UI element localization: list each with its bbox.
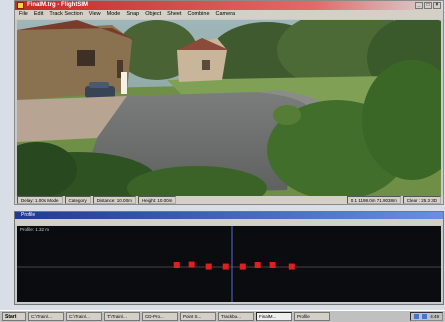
taskbar-task[interactable]: C:\Train\... [66,312,102,321]
profile-point[interactable] [222,263,229,270]
taskbar-task[interactable]: Point S... [180,312,216,321]
profile-plot [17,226,441,302]
status-distance: Distance: 10.00m [92,196,136,204]
taskbar-task[interactable]: Trackbu... [218,312,254,321]
menu-file[interactable]: File [19,10,28,19]
menu-bar: File Edit Track Section View Mode Snap O… [15,10,443,19]
taskbar: Start C:\Train\... C:\Train\... T:\Train\.… [0,310,445,322]
tray-icon[interactable] [414,314,420,319]
3d-viewport[interactable] [17,20,441,196]
menu-view[interactable]: View [89,10,101,19]
taskbar-task[interactable]: FinalM... [256,312,292,321]
status-bar: Delay: 1.00s Mode Category Distance: 10.… [15,196,443,204]
profile-point[interactable] [254,262,261,268]
system-tray: 4:49 [410,312,443,321]
minimize-button[interactable]: _ [415,2,423,9]
scene-render [17,20,441,196]
menu-track-section[interactable]: Track Section [49,10,82,19]
taskbar-task[interactable]: Profile [294,312,330,321]
status-clear: Clear : 25.3 3D [402,196,441,204]
profile-toolbar [15,219,443,225]
taskbar-task[interactable]: C:\Train\... [28,312,64,321]
start-button[interactable]: Start [2,312,26,321]
close-button[interactable]: × [433,2,441,9]
menu-mode[interactable]: Mode [107,10,121,19]
profile-point[interactable] [188,261,195,268]
menu-object[interactable]: Object [145,10,161,19]
profile-point[interactable] [288,263,295,270]
profile-window: Profile Profile: 1.32 m [14,211,444,305]
status-coords: 0.1 1198.0m 71.9038m [346,196,401,204]
profile-title: Profile [21,212,36,218]
clock: 4:49 [430,313,439,319]
tray-icon[interactable] [422,314,428,319]
profile-titlebar[interactable]: Profile [15,212,443,219]
start-label: Start [5,314,17,320]
main-titlebar[interactable]: FinalM.trg - FlightSIM _ □ × [15,1,443,10]
maximize-button[interactable]: □ [424,2,432,9]
profile-point[interactable] [269,262,276,268]
main-window: FinalM.trg - FlightSIM _ □ × File Edit T… [14,0,444,205]
menu-camera[interactable]: Camera [216,10,236,19]
profile-point[interactable] [239,263,246,270]
profile-graph[interactable]: Profile: 1.32 m [17,226,441,302]
taskbar-task[interactable]: T:\Train\... [104,312,140,321]
status-mode: Delay: 1.00s Mode [17,196,63,204]
profile-point[interactable] [173,262,180,268]
profile-info: Profile: 1.32 m [20,227,50,232]
main-window-title: FinalM.trg - FlightSIM [27,2,88,8]
menu-combine[interactable]: Combine [188,10,210,19]
menu-sheet[interactable]: Sheet [167,10,181,19]
menu-edit[interactable]: Edit [34,10,43,19]
status-category: Category [64,196,91,204]
menu-snap[interactable]: Snap [126,10,139,19]
app-icon [17,2,24,9]
status-height: Height: 10.00m [137,196,177,204]
taskbar-task[interactable]: CD-Pro... [142,312,178,321]
profile-point[interactable] [205,263,212,270]
